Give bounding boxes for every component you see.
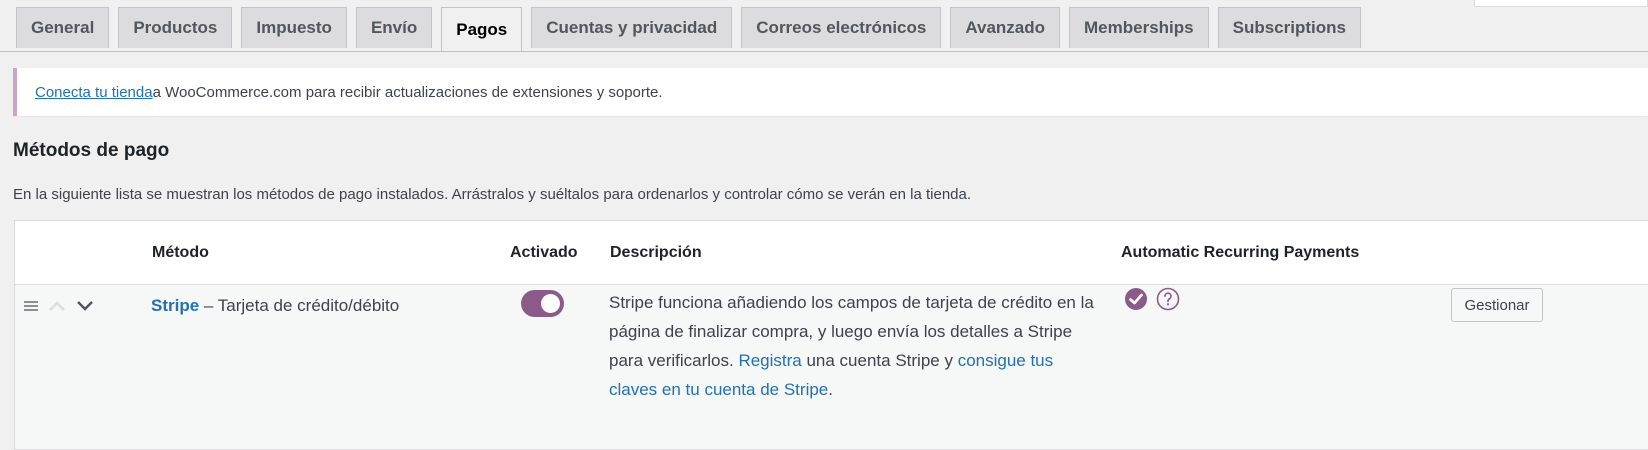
tab-general[interactable]: General bbox=[16, 7, 110, 48]
register-link[interactable]: Registra bbox=[738, 351, 801, 370]
manage-button[interactable]: Gestionar bbox=[1451, 288, 1543, 322]
header-enabled: Activado bbox=[510, 244, 578, 261]
page-title: Métodos de pago bbox=[13, 140, 170, 161]
tab-impuesto[interactable]: Impuesto bbox=[241, 7, 347, 48]
enabled-toggle[interactable] bbox=[521, 290, 564, 317]
tab-productos[interactable]: Productos bbox=[118, 7, 233, 48]
toggle-knob bbox=[541, 294, 560, 313]
help-icon[interactable] bbox=[1156, 287, 1180, 316]
tab-memberships[interactable]: Memberships bbox=[1069, 7, 1209, 48]
section-description: En la siguiente lista se muestran los mé… bbox=[13, 186, 972, 203]
method-cell: Stripe – Tarjeta de crédito/débito bbox=[151, 296, 399, 316]
move-down-icon[interactable] bbox=[76, 300, 94, 312]
header-arp: Automatic Recurring Payments bbox=[1121, 244, 1360, 261]
method-subtitle: – Tarjeta de crédito/débito bbox=[199, 296, 400, 315]
tab-subscriptions[interactable]: Subscriptions bbox=[1217, 7, 1361, 48]
description-text-2: una cuenta Stripe y bbox=[801, 351, 958, 370]
sort-controls bbox=[24, 300, 94, 312]
method-description: Stripe funciona añadiendo los campos de … bbox=[609, 288, 1099, 404]
check-icon bbox=[1124, 287, 1148, 316]
tab-envio[interactable]: Envío bbox=[355, 7, 433, 48]
tabs-divider bbox=[0, 51, 1648, 52]
tab-pagos[interactable]: Pagos bbox=[441, 7, 523, 51]
tab-avanzado[interactable]: Avanzado bbox=[950, 7, 1061, 48]
tab-correos[interactable]: Correos electrónicos bbox=[741, 7, 942, 48]
drag-handle-icon[interactable] bbox=[24, 300, 38, 312]
notice-text: a WooCommerce.com para recibir actualiza… bbox=[152, 83, 663, 101]
table-header: Método Activado Descripción Automatic Re… bbox=[15, 221, 1648, 285]
header-method: Método bbox=[152, 244, 209, 261]
tab-cuentas-privacidad[interactable]: Cuentas y privacidad bbox=[531, 7, 733, 48]
arp-cell bbox=[1124, 287, 1180, 316]
header-description: Descripción bbox=[610, 244, 702, 261]
description-text-3: . bbox=[828, 380, 833, 399]
connect-notice: Conecta tu tienda a WooCommerce.com para… bbox=[13, 68, 1648, 116]
move-up-icon[interactable] bbox=[48, 300, 66, 312]
connect-store-link[interactable]: Conecta tu tienda bbox=[35, 84, 153, 101]
method-name-link[interactable]: Stripe bbox=[151, 296, 199, 315]
top-right-box bbox=[1474, 0, 1648, 7]
settings-tabs: General Productos Impuesto Envío Pagos C… bbox=[16, 7, 1361, 51]
